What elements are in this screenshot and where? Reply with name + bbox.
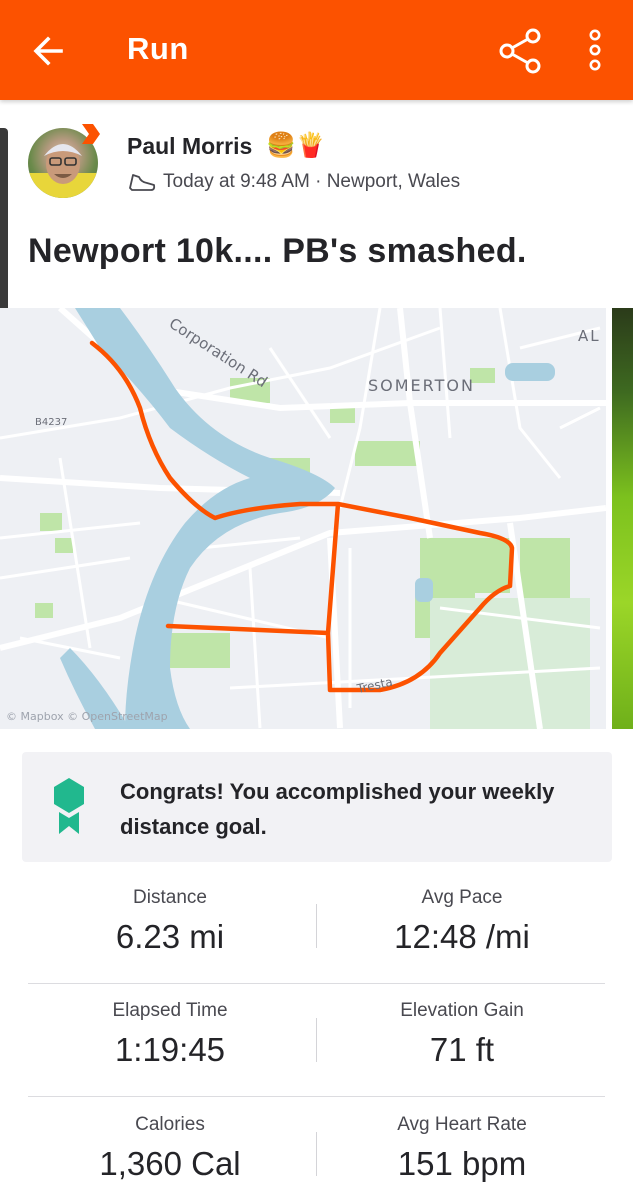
goal-message: Congrats! You accomplished your weekly d…	[120, 779, 555, 839]
route-map[interactable]: Corporation Rd SOMERTON B4237 AL Tresta …	[0, 308, 606, 729]
stat-value-avg-pace: 12:48 /mi	[394, 918, 530, 955]
map-attribution[interactable]: © Mapbox © OpenStreetMap	[6, 710, 168, 723]
athlete-name[interactable]: Paul Morris	[127, 133, 252, 160]
share-icon[interactable]	[495, 27, 545, 75]
route-code-label: B4237	[35, 417, 67, 428]
stat-row-divider	[28, 1096, 605, 1097]
app-header: Run	[0, 0, 633, 100]
athlete-emoji: 🍔🍟	[266, 132, 326, 159]
district-label: SOMERTON	[368, 376, 475, 395]
more-options-icon[interactable]	[580, 27, 610, 75]
activity-title: Newport 10k.... PB's smashed.	[28, 232, 527, 270]
stat-row-divider	[28, 983, 605, 984]
stat-label-avg-heart-rate: Avg Heart Rate	[397, 1114, 527, 1135]
activity-meta: Today at 9:48 AM · Newport, Wales	[127, 171, 460, 193]
back-arrow-icon[interactable]	[28, 30, 70, 72]
goal-card[interactable]: Congrats! You accomplished your weekly d…	[22, 752, 612, 862]
stat-label-avg-pace: Avg Pace	[421, 887, 503, 908]
stat-label-calories: Calories	[135, 1114, 205, 1135]
stat-label-distance: Distance	[133, 887, 207, 908]
medal-icon	[54, 778, 84, 834]
stat-divider	[316, 904, 317, 948]
activity-meta-text: Today at 9:48 AM · Newport, Wales	[163, 171, 461, 192]
next-photo-peek[interactable]	[612, 308, 633, 729]
page-title: Run	[127, 31, 189, 66]
run-shoe-icon	[129, 174, 156, 191]
stat-label-elapsed-time: Elapsed Time	[112, 1000, 228, 1021]
stat-value-calories: 1,360 Cal	[99, 1145, 241, 1182]
stat-divider	[316, 1132, 317, 1176]
stat-divider	[316, 1018, 317, 1062]
stat-label-elevation-gain: Elevation Gain	[400, 1000, 524, 1021]
corner-label: AL	[578, 327, 601, 345]
stat-value-elevation-gain: 71 ft	[429, 1031, 495, 1068]
stat-value-avg-heart-rate: 151 bpm	[397, 1145, 527, 1182]
stat-value-distance: 6.23 mi	[115, 918, 225, 955]
subscriber-badge-icon	[82, 124, 100, 144]
stat-value-elapsed-time: 1:19:45	[114, 1031, 226, 1068]
